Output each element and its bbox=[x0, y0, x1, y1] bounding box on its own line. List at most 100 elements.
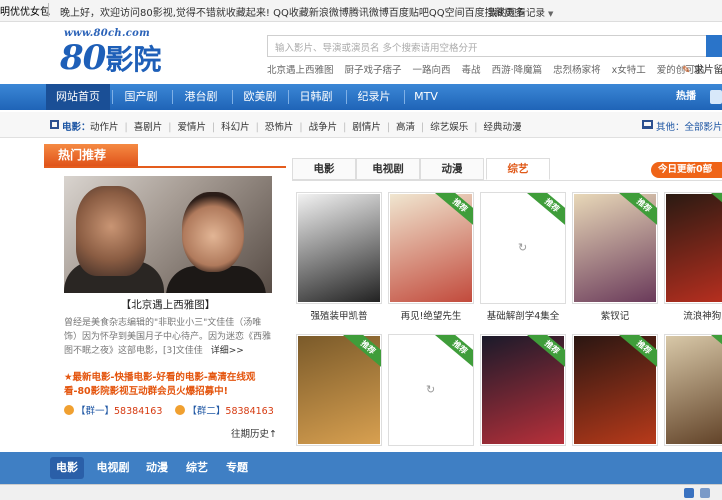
user-icon[interactable] bbox=[710, 90, 722, 104]
watch-history-link[interactable]: 我的观看记录 ▼ bbox=[488, 5, 553, 19]
request-movie-link[interactable]: ✎ 求片留言 bbox=[682, 61, 722, 76]
poster-title[interactable]: 强殖装甲凯普 bbox=[291, 308, 387, 322]
poster-card[interactable]: 推荐 bbox=[480, 334, 566, 446]
category-links: 动作片 | 喜剧片 | 爱情片 | 科幻片 | 恐怖片 | 战争片 | 剧情片 | 高清 | 综艺娱乐 | 经典动漫 bbox=[90, 119, 527, 133]
poster-card[interactable]: 推荐 bbox=[388, 192, 474, 304]
category-link[interactable]: 喜剧片 bbox=[134, 122, 163, 133]
poster-title[interactable]: 再见!绝望先生 bbox=[383, 308, 479, 322]
details-link[interactable]: 详细>> bbox=[211, 346, 244, 356]
featured-description: 曾经是美食杂志编辑的"非职业小三"文佳佳（汤唯 饰）因为怀孕到美国月子中心待产。… bbox=[64, 316, 272, 358]
featured-image[interactable] bbox=[64, 176, 272, 293]
nav-item-2[interactable]: 国产剧 bbox=[112, 84, 170, 110]
category-separator: | bbox=[168, 122, 172, 133]
category-separator: | bbox=[211, 122, 216, 133]
category-link[interactable]: 动作片 bbox=[90, 122, 119, 133]
category-link[interactable]: 战争片 bbox=[309, 122, 338, 133]
featured-person-right bbox=[182, 192, 244, 272]
poster-title[interactable]: 紫钗记 bbox=[567, 308, 663, 322]
category-bar: 电影： 动作片 | 喜剧片 | 爱情片 | 科幻片 | 恐怖片 | 战争片 | 剧情片 | 高清 | 综艺娱乐 |… bbox=[0, 112, 722, 138]
welcome-marquee[interactable]: 晚上好，欢迎访问80影视,觉得不错就收藏起来! QQ收藏新浪微博腾讯微博百度贴吧… bbox=[60, 4, 525, 19]
top-bar: 明优优女包 晚上好，欢迎访问80影视,觉得不错就收藏起来! QQ收藏新浪微博腾讯… bbox=[0, 0, 722, 22]
site-brand-text[interactable]: 明优优女包 bbox=[0, 3, 50, 18]
poster-card[interactable]: 推荐 bbox=[664, 334, 722, 446]
poster-title[interactable]: 流浪神狗人 bbox=[659, 308, 722, 322]
bottom-nav-item-1[interactable]: 电影 bbox=[50, 457, 84, 479]
nav-item-6[interactable]: 纪录片 bbox=[346, 84, 402, 110]
logo-wordmark: 80影院 bbox=[60, 38, 161, 78]
search-input[interactable]: 输入影片、导演或演员名 多个搜索请用空格分开 bbox=[267, 35, 707, 57]
nav-item-7[interactable]: MTV bbox=[404, 84, 448, 110]
poster-title[interactable]: 基础解剖学4集全 bbox=[475, 308, 571, 322]
nav-divider bbox=[346, 90, 347, 104]
update-badge: 今日更新0部 bbox=[651, 162, 722, 178]
qq-group-1-number: 58384163 bbox=[114, 406, 163, 417]
hot-keyword-link[interactable]: x女特工 bbox=[612, 65, 646, 76]
nav-divider bbox=[288, 90, 289, 104]
other-label: 其他： bbox=[656, 122, 685, 133]
nav-divider bbox=[404, 90, 405, 104]
tab-1[interactable]: 电影 bbox=[292, 158, 356, 180]
poster-card[interactable] bbox=[296, 192, 382, 304]
hot-label[interactable]: 热播 bbox=[676, 84, 696, 110]
watch-history-label: 我的观看记录 bbox=[488, 8, 546, 19]
poster-image bbox=[666, 336, 722, 444]
qq-group-2[interactable]: 【群二】58384163 bbox=[175, 405, 274, 417]
poster-card[interactable]: 推荐 bbox=[664, 192, 722, 304]
film-icon bbox=[50, 120, 59, 129]
poster-card[interactable]: 推荐 bbox=[572, 192, 658, 304]
all-movies-link[interactable]: 全部影片 bbox=[685, 122, 722, 133]
category-separator: | bbox=[299, 122, 303, 133]
movie-category-label: 电影： bbox=[62, 122, 91, 133]
bottom-nav-item-5[interactable]: 专题 bbox=[220, 452, 254, 484]
nav-item-3[interactable]: 港台剧 bbox=[172, 84, 230, 110]
qq-icon bbox=[64, 405, 74, 415]
poster-card[interactable]: ↻ 推荐 bbox=[480, 192, 566, 304]
tab-2[interactable]: 电视剧 bbox=[356, 158, 420, 180]
nav-divider bbox=[172, 90, 173, 104]
poster-image bbox=[666, 194, 722, 302]
category-link[interactable]: 爱情片 bbox=[177, 122, 206, 133]
qq-icon bbox=[175, 405, 186, 415]
nav-item-4[interactable]: 欧美剧 bbox=[232, 84, 288, 110]
past-history-link[interactable]: 往期历史↑ bbox=[231, 426, 277, 440]
loading-icon: ↻ bbox=[426, 383, 436, 396]
search-button[interactable] bbox=[706, 35, 722, 57]
bottom-nav-item-3[interactable]: 动漫 bbox=[140, 452, 174, 484]
category-link[interactable]: 剧情片 bbox=[352, 122, 381, 133]
featured-title[interactable]: 【北京遇上西雅图】 bbox=[64, 297, 272, 312]
poster-card[interactable]: 推荐 bbox=[296, 334, 382, 446]
tv-icon bbox=[642, 120, 653, 129]
tabs-baseline bbox=[292, 180, 722, 181]
featured-person-left bbox=[76, 186, 146, 276]
bottom-nav-item-2[interactable]: 电视剧 bbox=[92, 452, 134, 484]
nav-item-5[interactable]: 日韩剧 bbox=[288, 84, 344, 110]
settings-icon bbox=[700, 488, 710, 498]
category-link[interactable]: 恐怖片 bbox=[265, 122, 294, 133]
nav-divider bbox=[232, 90, 233, 104]
category-link[interactable]: 综艺娱乐 bbox=[430, 122, 468, 133]
nav-item-1[interactable]: 网站首页 bbox=[46, 84, 110, 110]
logo-name: 影院 bbox=[105, 43, 162, 76]
hot-keyword-link[interactable]: 忠烈杨家将 bbox=[553, 65, 601, 76]
category-link[interactable]: 科幻片 bbox=[221, 122, 250, 133]
hot-keyword-link[interactable]: 北京遇上西雅图 bbox=[267, 65, 334, 76]
tab-4[interactable]: 综艺 bbox=[486, 158, 550, 180]
other-links: 其他：全部影片 bbox=[656, 119, 722, 133]
hot-keyword-link[interactable]: 毒战 bbox=[462, 65, 481, 76]
bottom-nav-item-4[interactable]: 综艺 bbox=[180, 452, 214, 484]
promo-text: ★最新电影-快播电影-好看的电影-高清在线观看-80影院影视互动群会员火爆招募中… bbox=[64, 372, 256, 397]
tab-3[interactable]: 动漫 bbox=[420, 158, 484, 180]
poster-card[interactable]: 推荐 bbox=[572, 334, 658, 446]
hot-keyword-link[interactable]: 西游·降魔篇 bbox=[492, 65, 543, 76]
site-logo[interactable]: www.80ch.com 80影院 bbox=[58, 28, 190, 80]
security-icon bbox=[684, 488, 694, 498]
nav-divider bbox=[112, 90, 113, 104]
request-movie-label: 求片留言 bbox=[693, 65, 722, 76]
hot-keyword-link[interactable]: 厨子戏子痞子 bbox=[345, 65, 402, 76]
qq-group-1[interactable]: 【群一】58384163 bbox=[64, 405, 163, 417]
category-link[interactable]: 高清 bbox=[396, 122, 415, 133]
category-link[interactable]: 经典动漫 bbox=[483, 122, 521, 133]
hot-keyword-link[interactable]: 一路向西 bbox=[413, 65, 451, 76]
past-history-label: 往期历史 bbox=[231, 429, 270, 440]
poster-card[interactable]: ↻ 推荐 bbox=[388, 334, 474, 446]
